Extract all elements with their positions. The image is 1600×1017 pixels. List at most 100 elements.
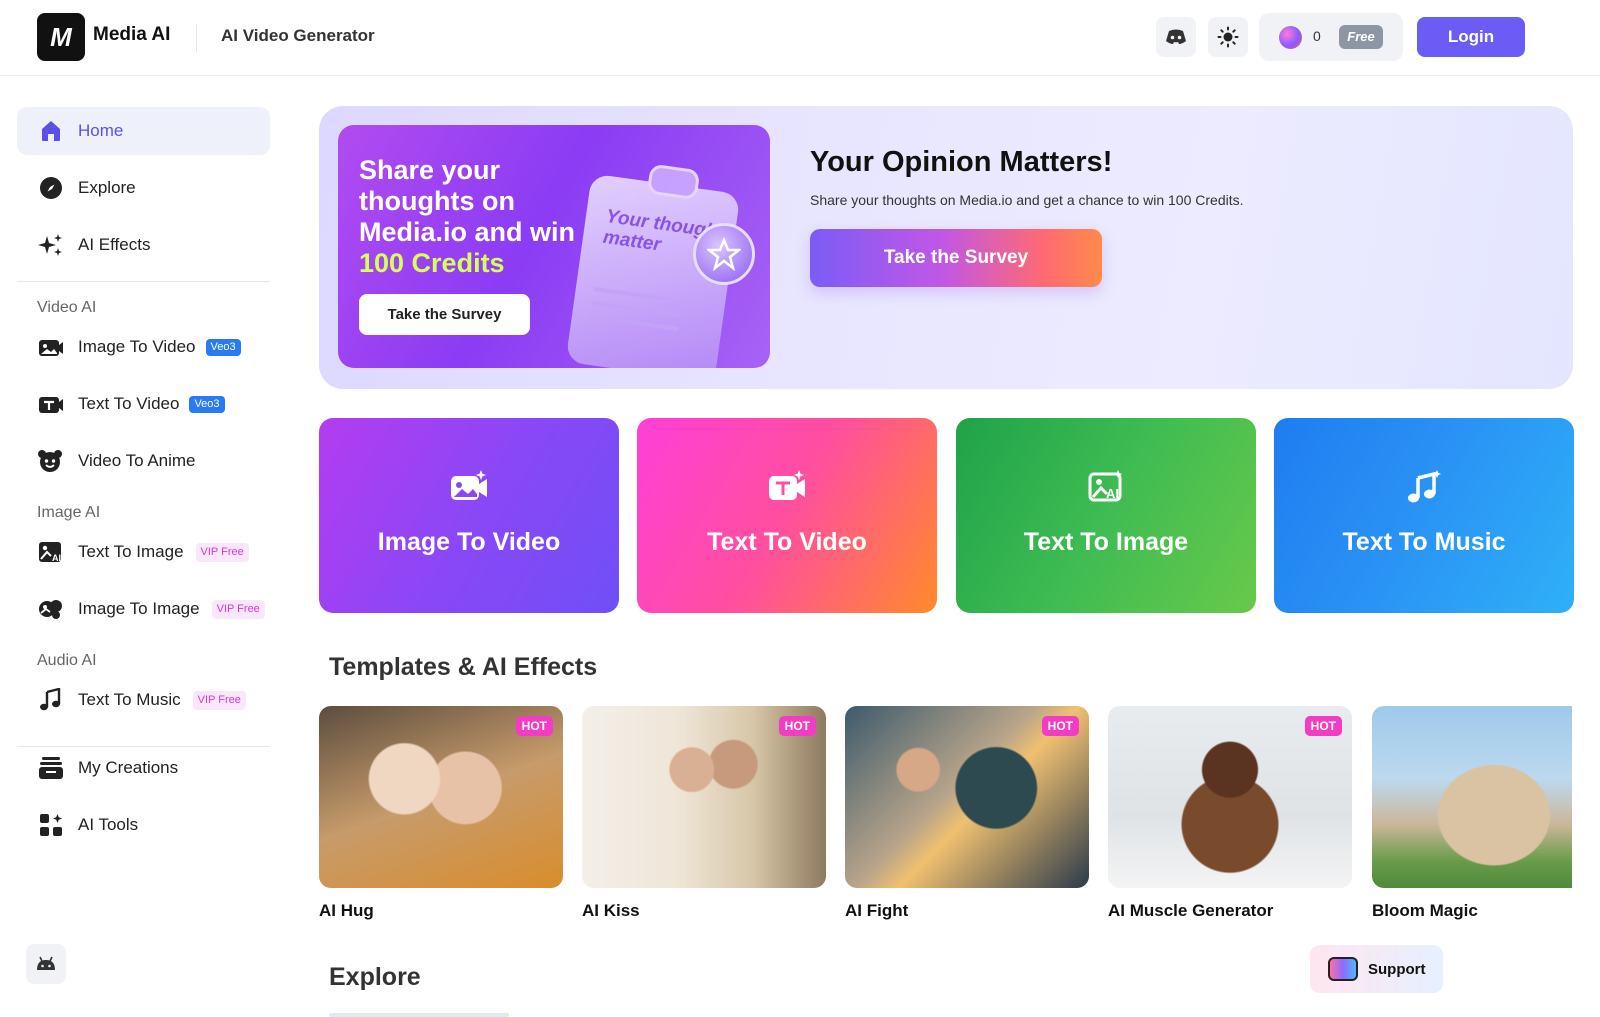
sidebar-item-label: Explore [78, 178, 136, 197]
promo-survey-button[interactable]: Take the Survey [359, 294, 530, 335]
media-ai-logo[interactable]: M [37, 13, 85, 61]
section-label-image-ai: Image AI [37, 504, 101, 521]
feature-card-image-to-video[interactable]: Image To Video [319, 418, 619, 613]
sidebar-item-explore[interactable]: Explore [17, 164, 270, 212]
sidebar-item-my-creations[interactable]: My Creations [17, 744, 270, 792]
android-icon [37, 956, 55, 970]
promo-card[interactable]: Your thoughts matter Share your thoughts… [338, 125, 770, 368]
section-label-video-ai: Video AI [37, 299, 97, 316]
page-title: AI Video Generator [221, 26, 375, 45]
take-survey-button[interactable]: Take the Survey [810, 229, 1102, 287]
vip-free-tag: VIP Free [211, 599, 265, 619]
discord-button[interactable] [1156, 17, 1196, 57]
template-name: Bloom Magic [1372, 901, 1478, 920]
android-app-button[interactable] [26, 944, 66, 984]
top-header: M Media AI AI Video Generator 0 Free Log… [0, 0, 1600, 76]
sidebar-item-label: AI Tools [78, 815, 139, 834]
template-name: AI Hug [319, 901, 374, 920]
veo3-tag: Veo3 [205, 338, 241, 356]
plan-badge: Free [1339, 25, 1383, 49]
hot-badge: HOT [515, 716, 553, 736]
feature-card-text-to-image[interactable]: AI Text To Image [956, 418, 1256, 613]
template-thumbnail[interactable] [1372, 706, 1572, 888]
template-card-bloom-magic[interactable]: Bloom Magic [1372, 706, 1572, 921]
header-divider [196, 24, 197, 52]
theme-toggle-button[interactable] [1208, 17, 1248, 57]
support-label: Support [1368, 960, 1426, 978]
compass-icon [38, 175, 64, 201]
clipboard-line [589, 314, 680, 332]
sidebar-item-text-to-video[interactable]: Text To Video Veo3 [17, 380, 270, 428]
template-card-ai-hug[interactable]: HOT AI Hug [319, 706, 563, 921]
sidebar-item-image-to-image[interactable]: Image To Image VIP Free [17, 585, 270, 633]
credits-display[interactable]: 0 Free [1259, 13, 1403, 61]
sidebar-item-ai-tools[interactable]: AI Tools [17, 801, 270, 849]
sparkles-icon [38, 232, 64, 258]
banner-subtitle: Share your thoughts on Media.io and get … [810, 192, 1244, 208]
sidebar-item-label: Image To Video [78, 337, 196, 356]
music-note-icon [38, 687, 64, 713]
feature-card-text-to-video[interactable]: Text To Video [637, 418, 937, 613]
template-overflow-clip: Bloom Magic [1372, 706, 1572, 936]
svg-text:AI: AI [52, 553, 61, 563]
template-card-ai-fight[interactable]: HOT AI Fight [845, 706, 1089, 921]
sidebar: Home Explore AI Effects Video AI Image T… [0, 76, 290, 1017]
sun-icon [1217, 26, 1239, 48]
credit-coin-icon [1279, 26, 1302, 49]
promo-highlight: 100 Credits [359, 248, 505, 278]
discord-icon [1166, 29, 1186, 44]
promo-headline: Share your thoughts on Media.io and win … [359, 155, 589, 279]
feature-card-text-to-music[interactable]: Text To Music [1274, 418, 1574, 613]
template-thumbnail[interactable]: HOT [582, 706, 826, 888]
hot-badge: HOT [1304, 716, 1342, 736]
sidebar-item-home[interactable]: Home [17, 107, 270, 155]
sidebar-item-label: Text To Video [78, 394, 180, 413]
chat-bubble-icon [1328, 957, 1358, 981]
ai-image-icon: AI [38, 539, 64, 565]
feature-label: Image To Video [377, 528, 561, 556]
vip-free-tag: VIP Free [195, 542, 249, 562]
template-card-ai-muscle-generator[interactable]: HOT AI Muscle Generator [1108, 706, 1352, 921]
ai-image-icon: AI [956, 470, 1256, 506]
explore-tab-bar [329, 1013, 509, 1017]
templates-section-title: Templates & AI Effects [329, 653, 598, 681]
template-thumbnail[interactable]: HOT [319, 706, 563, 888]
template-thumbnail[interactable]: HOT [845, 706, 1089, 888]
sidebar-item-label: AI Effects [78, 235, 151, 254]
section-label-audio-ai: Audio AI [37, 652, 97, 669]
image-video-icon [319, 470, 619, 506]
brand-name[interactable]: Media AI [93, 24, 170, 46]
survey-banner: Your thoughts matter Share your thoughts… [319, 106, 1573, 389]
sidebar-item-image-to-video[interactable]: Image To Video Veo3 [17, 323, 270, 371]
star-coin-icon [693, 223, 755, 285]
sidebar-item-text-to-image[interactable]: AI Text To Image VIP Free [17, 528, 270, 576]
promo-headline-text: Share your thoughts on Media.io and win [359, 155, 576, 247]
text-video-icon [38, 391, 64, 417]
support-button[interactable]: Support [1310, 945, 1443, 993]
image-swap-icon [38, 596, 64, 622]
sidebar-item-text-to-music[interactable]: Text To Music VIP Free [17, 676, 270, 724]
credit-count: 0 [1313, 28, 1321, 44]
template-thumbnail[interactable]: HOT [1108, 706, 1352, 888]
music-note-icon [1274, 470, 1574, 506]
home-icon [38, 118, 64, 144]
sidebar-item-label: Text To Music [78, 690, 181, 709]
sidebar-item-ai-effects[interactable]: AI Effects [17, 221, 270, 269]
logo-mark: M [50, 22, 72, 52]
hot-badge: HOT [778, 716, 816, 736]
template-name: AI Muscle Generator [1108, 901, 1274, 920]
template-card-ai-kiss[interactable]: HOT AI Kiss [582, 706, 826, 921]
template-name: AI Fight [845, 901, 909, 920]
sidebar-item-label: Image To Image [78, 599, 200, 618]
text-video-icon [637, 470, 937, 506]
image-video-icon [38, 334, 64, 360]
veo3-tag: Veo3 [189, 395, 225, 413]
folder-stack-icon [38, 755, 64, 781]
svg-text:AI: AI [1106, 486, 1119, 501]
feature-label: Text To Video [707, 528, 867, 556]
sidebar-item-video-to-anime[interactable]: Video To Anime [17, 437, 270, 485]
login-button[interactable]: Login [1417, 17, 1525, 57]
feature-label: Text To Music [1342, 528, 1506, 556]
anime-face-icon [38, 448, 64, 474]
clipboard-clip [646, 163, 701, 201]
